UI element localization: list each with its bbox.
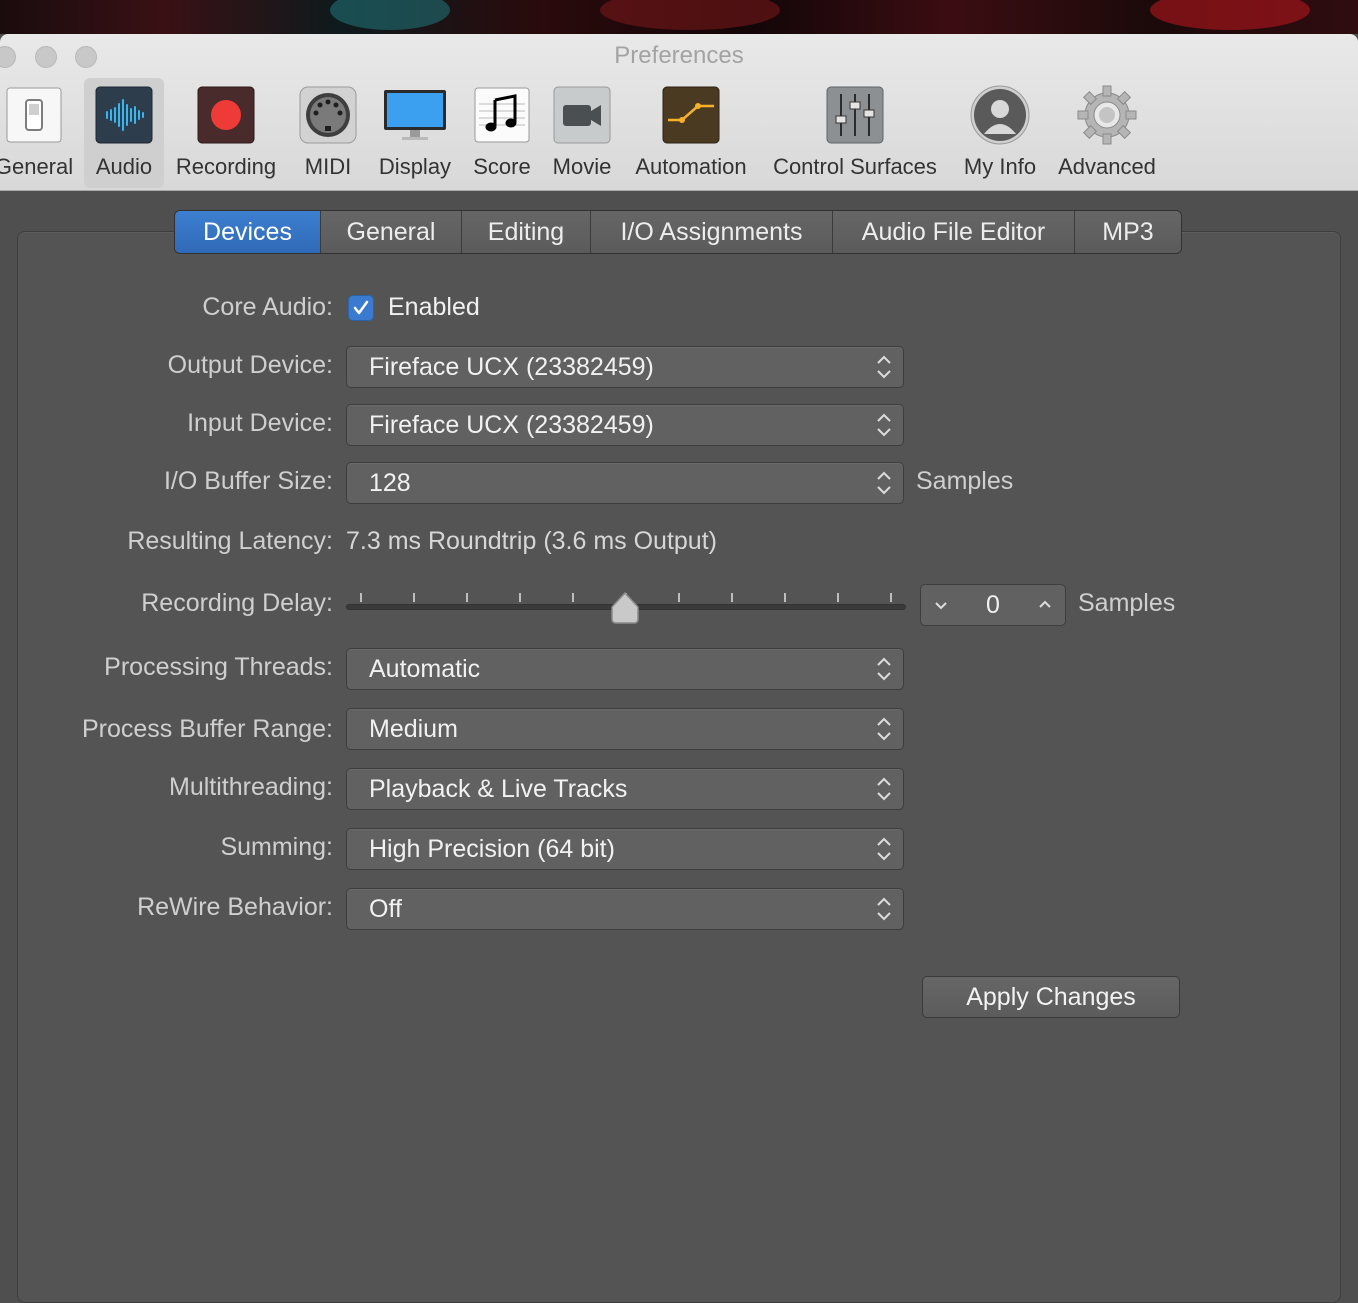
multithreading-label: Multithreading: <box>169 773 333 801</box>
summing-label: Summing: <box>220 833 333 861</box>
tab-editing[interactable]: Editing <box>462 211 591 253</box>
toolbar-item-recording[interactable]: Recording <box>170 78 282 188</box>
slider-tick <box>466 593 468 602</box>
input-device-label: Input Device: <box>187 409 333 437</box>
input-device-value: Fireface UCX (23382459) <box>369 411 654 439</box>
toolbar-label: MIDI <box>304 154 352 179</box>
toolbar-item-general[interactable]: General <box>0 78 78 188</box>
toolbar-item-automation[interactable]: Automation <box>628 78 754 188</box>
slider-tick <box>519 593 521 602</box>
processing-threads-popup[interactable]: Automatic <box>346 648 904 690</box>
updown-chevron-icon <box>877 355 891 379</box>
slider-tick <box>731 593 733 602</box>
toolbar-label: Recording <box>175 154 277 179</box>
buffer-size-value: 128 <box>369 469 411 497</box>
faders-icon <box>826 86 884 144</box>
window-title: Preferences <box>614 42 744 69</box>
updown-chevron-icon <box>877 471 891 495</box>
gear-icon <box>1077 85 1137 145</box>
input-device-popup[interactable]: Fireface UCX (23382459) <box>346 404 904 446</box>
core-audio-enabled-label[interactable]: Enabled <box>388 293 480 322</box>
tab-mp3[interactable]: MP3 <box>1075 211 1181 253</box>
recording-delay-label: Recording Delay: <box>141 589 333 617</box>
toolbar-item-midi[interactable]: MIDI <box>296 78 360 188</box>
slider-tick <box>890 593 892 602</box>
toolbar-label: General <box>0 154 74 179</box>
latency-label: Resulting Latency: <box>127 527 333 555</box>
process-buffer-range-popup[interactable]: Medium <box>346 708 904 750</box>
toolbar-label: Movie <box>552 154 612 179</box>
slider-tick <box>360 593 362 602</box>
updown-chevron-icon <box>877 777 891 801</box>
processing-threads-label: Processing Threads: <box>104 653 333 681</box>
toolbar-label: Audio <box>95 154 153 179</box>
toolbar-item-score[interactable]: Score <box>468 78 536 188</box>
latency-value: 7.3 ms Roundtrip (3.6 ms Output) <box>346 527 717 555</box>
core-audio-label: Core Audio: <box>202 293 333 321</box>
multithreading-popup[interactable]: Playback & Live Tracks <box>346 768 904 810</box>
chevron-up-icon[interactable] <box>1035 595 1055 615</box>
toolbar-item-my-info[interactable]: My Info <box>956 78 1044 188</box>
updown-chevron-icon <box>877 413 891 437</box>
rewire-behavior-popup[interactable]: Off <box>346 888 904 930</box>
process-buffer-range-label: Process Buffer Range: <box>81 715 333 743</box>
slider-tick <box>837 593 839 602</box>
processing-threads-value: Automatic <box>369 655 481 683</box>
recording-delay-stepper[interactable]: 0 <box>920 584 1066 626</box>
toolbar-label: My Info <box>963 154 1037 179</box>
slider-tick <box>784 593 786 602</box>
multithreading-value: Playback & Live Tracks <box>369 775 628 803</box>
toolbar-item-advanced[interactable]: Advanced <box>1052 78 1162 188</box>
recording-delay-slider-knob[interactable] <box>610 591 640 625</box>
waveform-icon <box>95 86 153 144</box>
core-audio-checkbox[interactable] <box>348 295 374 321</box>
process-buffer-range-value: Medium <box>369 715 458 743</box>
rewire-behavior-label: ReWire Behavior: <box>137 893 333 921</box>
toolbar-label: Control Surfaces <box>773 154 937 179</box>
toolbar-label: Score <box>473 154 531 179</box>
slider-tick <box>678 593 680 602</box>
buffer-size-unit: Samples <box>916 467 1014 495</box>
devices-panel <box>17 231 1341 1303</box>
tab-io-assignments[interactable]: I/O Assignments <box>591 211 833 253</box>
midi-connector-icon <box>299 86 357 144</box>
audio-tab-bar: Devices General Editing I/O Assignments … <box>174 210 1182 254</box>
user-icon <box>970 85 1030 145</box>
toolbar-label: Advanced <box>1058 154 1156 179</box>
apply-changes-button[interactable]: Apply Changes <box>922 976 1180 1018</box>
checkmark-icon <box>353 300 369 315</box>
buffer-size-popup[interactable]: 128 <box>346 462 904 504</box>
summing-value: High Precision (64 bit) <box>369 835 615 863</box>
toolbar-item-display[interactable]: Display <box>372 78 458 188</box>
output-device-label: Output Device: <box>167 351 333 379</box>
automation-curve-icon <box>662 86 720 144</box>
buffer-size-label: I/O Buffer Size: <box>163 467 333 495</box>
toolbar-item-audio[interactable]: Audio <box>84 78 164 188</box>
toolbar-label: Display <box>378 154 452 179</box>
toolbar-item-control-surfaces[interactable]: Control Surfaces <box>764 78 946 188</box>
tab-devices[interactable]: Devices <box>175 211 321 253</box>
output-device-popup[interactable]: Fireface UCX (23382459) <box>346 346 904 388</box>
summing-popup[interactable]: High Precision (64 bit) <box>346 828 904 870</box>
output-device-value: Fireface UCX (23382459) <box>369 353 654 381</box>
music-note-icon <box>474 87 530 143</box>
updown-chevron-icon <box>877 717 891 741</box>
record-icon <box>197 86 255 144</box>
tab-general[interactable]: General <box>321 211 462 253</box>
camera-icon <box>553 86 611 144</box>
updown-chevron-icon <box>877 897 891 921</box>
toolbar-label: Automation <box>635 154 747 179</box>
monitor-icon <box>384 90 446 140</box>
switch-icon <box>6 87 62 143</box>
recording-delay-unit: Samples <box>1078 589 1176 617</box>
slider-tick <box>413 593 415 602</box>
updown-chevron-icon <box>877 837 891 861</box>
slider-tick <box>572 593 574 602</box>
updown-chevron-icon <box>877 657 891 681</box>
tab-audio-file-editor[interactable]: Audio File Editor <box>833 211 1075 253</box>
desktop-background <box>0 0 1358 34</box>
toolbar-item-movie[interactable]: Movie <box>548 78 616 188</box>
rewire-behavior-value: Off <box>369 895 402 923</box>
window-titlebar: Preferences General Audio Recording MIDI… <box>0 34 1358 191</box>
